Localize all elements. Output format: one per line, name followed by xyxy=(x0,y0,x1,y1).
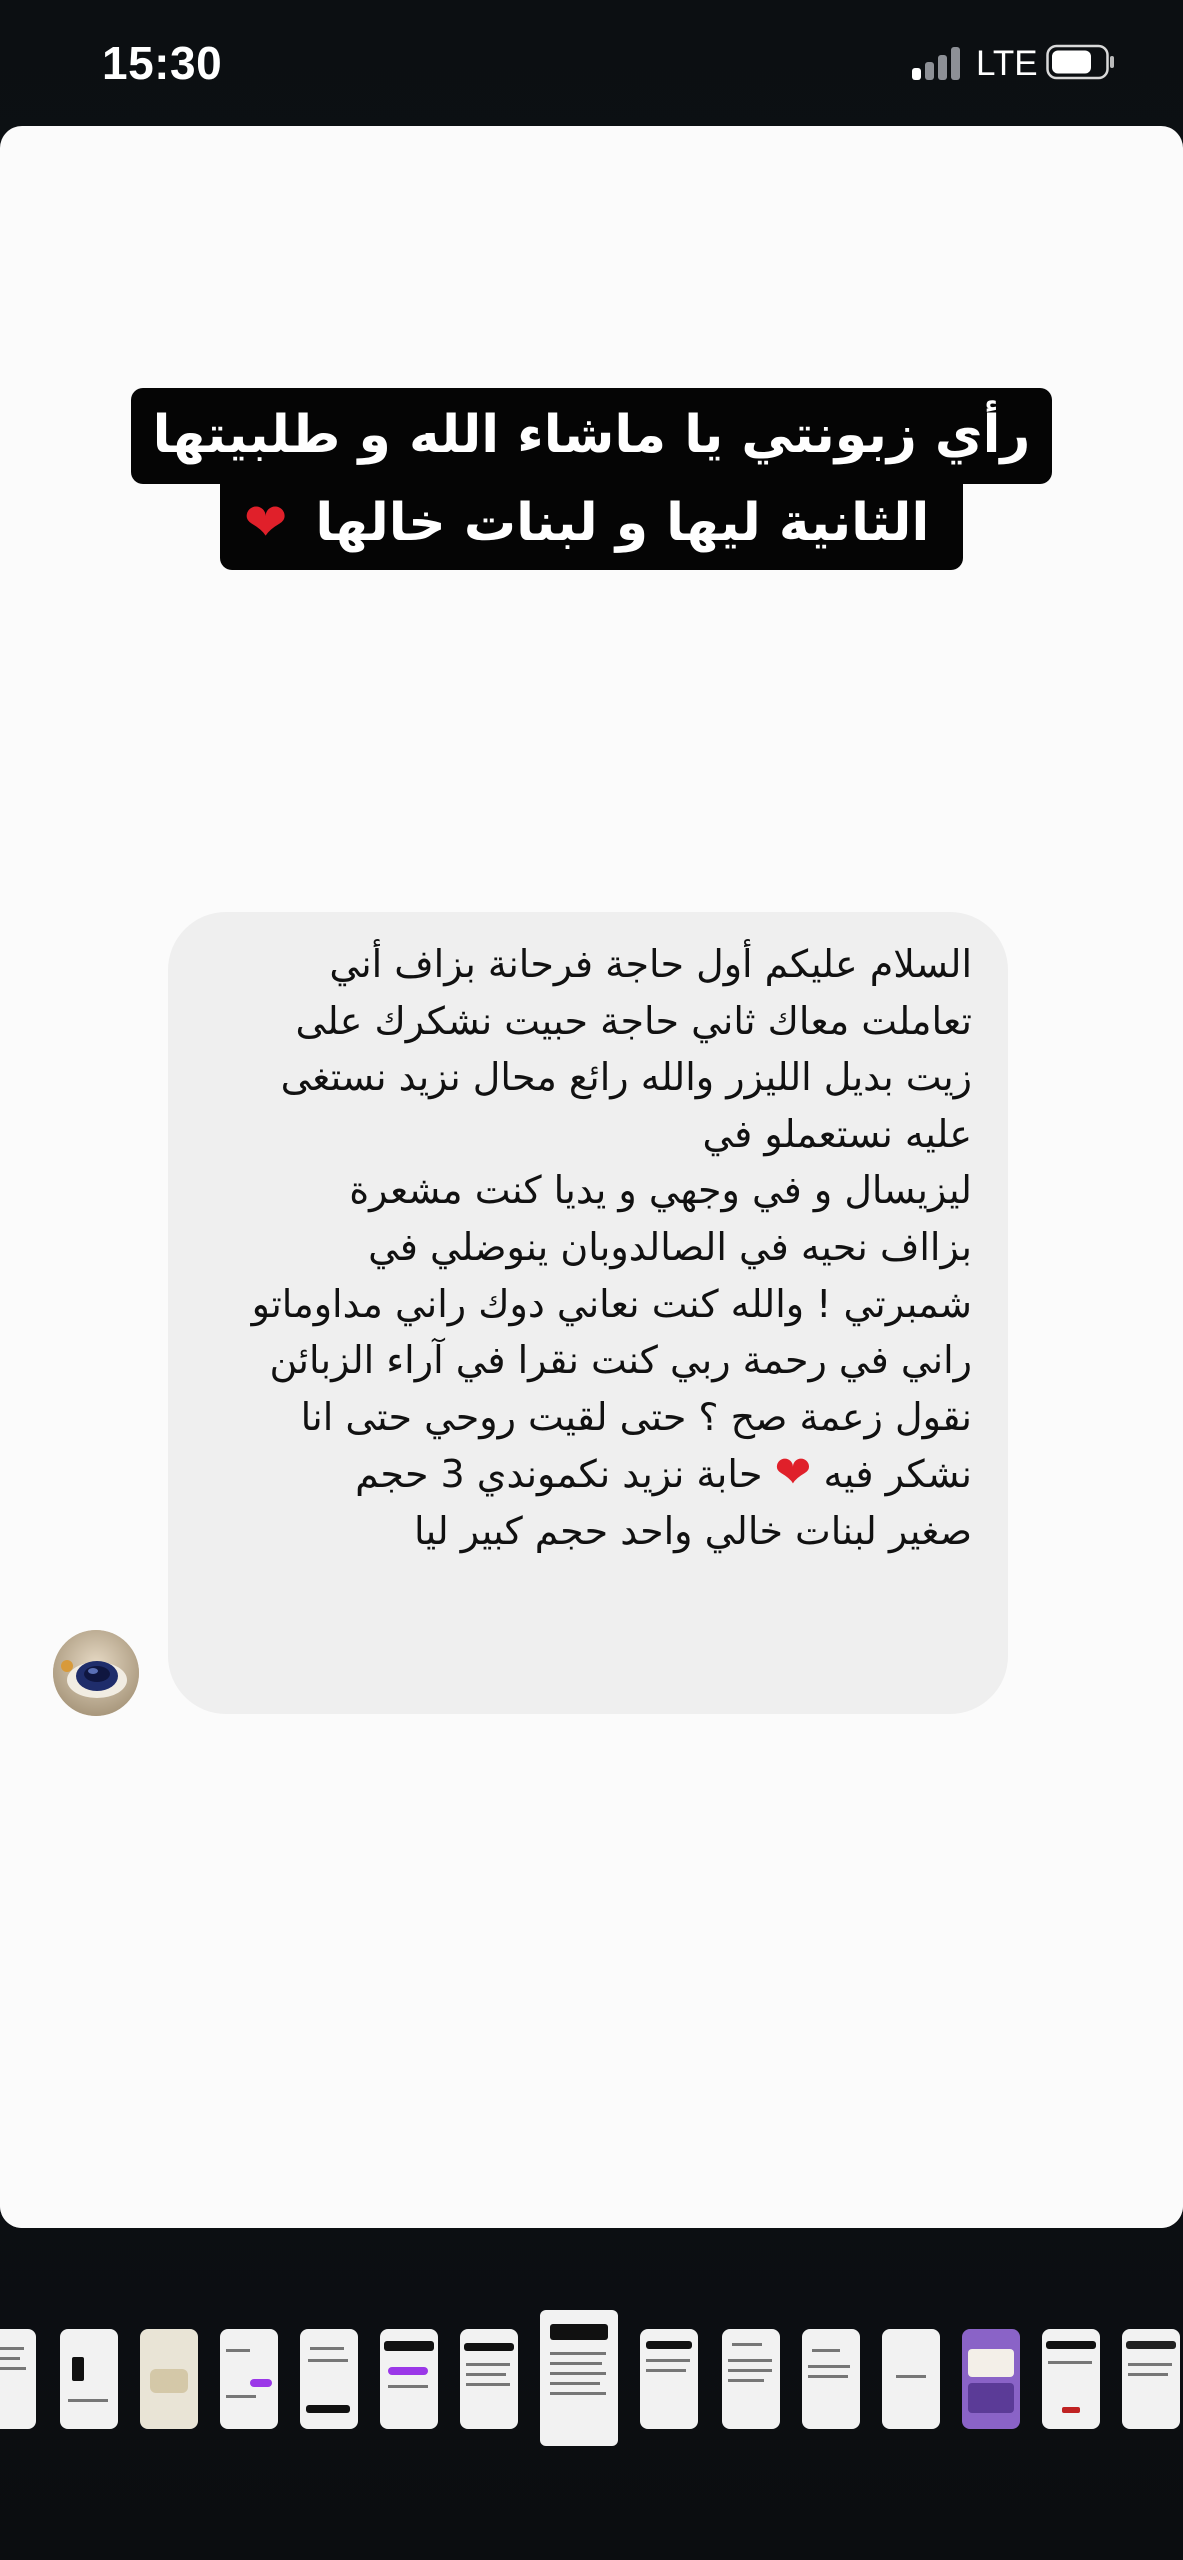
story-thumbnail[interactable] xyxy=(140,2329,198,2429)
avatar xyxy=(53,1630,139,1716)
story-thumbnail[interactable] xyxy=(1042,2329,1100,2429)
battery-icon xyxy=(1046,44,1114,80)
story-title-line-1: رأي زبونتي يا ماشاء الله و طلبيتها xyxy=(130,388,1053,484)
message-line: ليزيسال و في وجهي و يديا كنت مشعرة xyxy=(349,1168,972,1213)
story-title-line-2-box: الثانية ليها و لبنات خالها ❤ xyxy=(219,484,964,570)
story-thumbnail[interactable] xyxy=(962,2329,1020,2429)
message-line: راني في رحمة ربي كنت نقرا في آراء الزبائ… xyxy=(269,1338,972,1383)
message-line: شمبرتي ! والله كنت نعاني دوك راني مداوما… xyxy=(251,1281,972,1326)
message-line: تعاملت معاك ثاني حاجة حبيت نشكرك على xyxy=(295,998,972,1043)
story-title: رأي زبونتي يا ماشاء الله و طلبيتها الثان… xyxy=(0,388,1183,570)
network-label: LTE xyxy=(976,44,1038,83)
story-thumbnail[interactable] xyxy=(722,2329,780,2429)
message-line: السلام عليكم أول حاجة فرحانة بزاف أني xyxy=(329,942,972,986)
status-time: 15:30 xyxy=(102,37,223,89)
message-line: بزااف نحيه في الصالدوبان ينوضلي في xyxy=(368,1224,972,1269)
message-bubble: السلام عليكم أول حاجة فرحانة بزاف أني تع… xyxy=(168,912,1008,1714)
story-thumbnail[interactable] xyxy=(460,2329,518,2429)
story-screen: 15:30 LTE رأي زبونتي يا ماشاء الله و طلب… xyxy=(0,0,1183,2560)
message-line: نشكر فيه ❤ حابة نزيد نكموندي 3 حجم xyxy=(355,1447,972,1499)
message-line: نقول زعمة صح ؟ حتى لقيت روحي حتى انا xyxy=(300,1394,972,1439)
story-thumbnail[interactable] xyxy=(0,2329,36,2429)
story-title-line-2: الثانية ليها و لبنات خالها xyxy=(315,493,930,553)
heart-icon: ❤ xyxy=(774,1447,812,1499)
status-bar: 15:30 LTE xyxy=(0,0,1183,125)
message-line: زيت بديل الليزر والله رائع محال نزيد نست… xyxy=(280,1055,972,1100)
story-thumbnail-active[interactable] xyxy=(540,2310,618,2446)
story-thumbnail[interactable] xyxy=(300,2329,358,2429)
story-thumbnail[interactable] xyxy=(380,2329,438,2429)
story-thumbnail-strip xyxy=(0,2310,1183,2450)
heart-icon: ❤ xyxy=(243,493,288,553)
signal-icon xyxy=(912,46,964,80)
story-thumbnail[interactable] xyxy=(640,2329,698,2429)
story-card[interactable]: رأي زبونتي يا ماشاء الله و طلبيتها الثان… xyxy=(0,126,1183,2228)
message-line: عليه نستعملو في xyxy=(702,1111,972,1156)
story-thumbnail[interactable] xyxy=(60,2329,118,2429)
message-area: السلام عليكم أول حاجة فرحانة بزاف أني تع… xyxy=(0,716,1183,2228)
message-line: صغير لبنات خالي واحد حجم كبير ليا xyxy=(414,1508,972,1553)
story-thumbnail[interactable] xyxy=(802,2329,860,2429)
story-thumbnail[interactable] xyxy=(1122,2329,1180,2429)
story-thumbnail[interactable] xyxy=(882,2329,940,2429)
story-thumbnail[interactable] xyxy=(220,2329,278,2429)
